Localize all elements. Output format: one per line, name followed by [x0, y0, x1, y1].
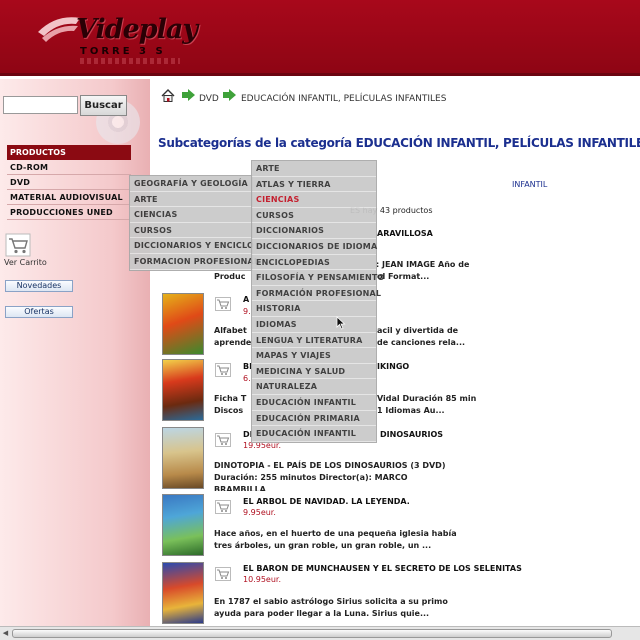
submenu-item[interactable]: LENGUA Y LITERATURA — [252, 333, 376, 349]
add-to-cart-icon[interactable] — [215, 363, 231, 377]
category-menu: PRODUCTOS CD-ROM DVD MATERIAL AUDIOVISUA… — [7, 145, 131, 220]
ofertas-button[interactable]: Ofertas — [5, 306, 73, 318]
submenu-item[interactable]: EDUCACIÓN INFANTIL — [252, 395, 376, 411]
scrollbar-thumb[interactable] — [12, 629, 612, 638]
breadcrumb-dvd[interactable]: DVD — [199, 94, 219, 104]
submenu-item[interactable]: CURSOS — [252, 208, 376, 224]
product-title[interactable]: EL BARON DE MUNCHAUSEN Y EL SECRETO DE L… — [243, 564, 522, 573]
menu-item-diccionarios[interactable]: DICCIONARIOS Y ENCICLO — [130, 238, 254, 254]
product-description: Vidal Duración 85 min — [377, 394, 477, 403]
submenu-item[interactable]: MAPAS Y VIAJES — [252, 348, 376, 364]
category-item-cdrom[interactable]: CD-ROM — [7, 160, 131, 175]
product-description: Produc — [214, 272, 246, 281]
product-title[interactable]: A — [243, 295, 249, 304]
product-description: DINOTOPIA - EL PAÍS DE LOS DINOSAURIOS (… — [214, 461, 446, 470]
category-item-material-audiovisual[interactable]: MATERIAL AUDIOVISUAL — [7, 190, 131, 205]
add-to-cart-icon[interactable] — [215, 297, 231, 311]
novedades-button[interactable]: Novedades — [5, 280, 73, 292]
product-description: aprende — [214, 338, 252, 347]
menu-item-formacion[interactable]: FORMACION PROFESIONAL — [130, 254, 259, 270]
view-cart-link[interactable]: Ver Carrito — [4, 258, 47, 267]
product-description: : JEAN IMAGE Año de — [376, 260, 470, 269]
dvd-submenu: GEOGRAFÍA Y GEOLOGÍA ARTE CIENCIAS CURSO… — [129, 175, 259, 271]
page: Videplay TORRE 3 S Buscar PRODUCTOS CD-R… — [0, 0, 640, 640]
submenu-item[interactable]: ARTE — [252, 161, 376, 177]
menu-item-arte[interactable]: ARTE — [130, 192, 252, 208]
subcategory-link-infantil[interactable]: INFANTIL — [512, 180, 547, 189]
product-title[interactable]: ARAVILLOSA — [377, 229, 433, 238]
site-logo[interactable]: Videplay — [76, 14, 198, 45]
product-description: 1 Idiomas Au... — [377, 406, 445, 415]
add-to-cart-icon[interactable] — [215, 567, 231, 581]
scroll-left-icon[interactable]: ◀ — [1, 629, 10, 638]
submenu-item[interactable]: FILOSOFÍA Y PENSAMIENTO — [252, 270, 384, 286]
product-price: 9.95eur. — [243, 508, 276, 517]
logo-decoration — [80, 58, 180, 64]
product-price: 6. — [243, 374, 251, 383]
submenu-item[interactable]: IDIOMAS — [252, 317, 376, 333]
submenu-item[interactable]: DICCIONARIOS — [252, 223, 376, 239]
category-heading[interactable]: PRODUCTOS — [7, 145, 131, 160]
category-item-producciones-uned[interactable]: PRODUCCIONES UNED — [7, 205, 131, 220]
product-description: de canciones rela... — [377, 338, 466, 347]
submenu-item[interactable]: EDUCACIÓN INFANTIL — [252, 426, 376, 442]
submenu-item[interactable]: CIENCIAS — [252, 192, 376, 208]
product-thumbnail[interactable] — [162, 293, 204, 355]
product-description: Duración: 255 minutos Director(a): MARCO — [214, 473, 408, 482]
breadcrumb-arrow-icon — [223, 89, 236, 101]
menu-item-ciencias[interactable]: CIENCIAS — [130, 207, 252, 223]
product-title[interactable]: DINOSAURIOS — [380, 430, 443, 439]
add-to-cart-icon[interactable] — [215, 433, 231, 447]
product-description: BRAMBILLA — [214, 485, 266, 491]
menu-item-cursos[interactable]: CURSOS — [130, 223, 252, 239]
submenu-item[interactable]: ENCICLOPEDIAS — [252, 255, 376, 271]
submenu-item[interactable]: EDUCACIÓN PRIMARIA — [252, 411, 376, 427]
product-description: Ficha T — [214, 394, 247, 403]
product-price: 10.95eur. — [243, 575, 281, 584]
product-description: tres árboles, un gran roble, un gran rob… — [214, 541, 432, 550]
product-title[interactable]: EL ARBOL DE NAVIDAD. LA LEYENDA. — [243, 497, 410, 506]
submenu-item[interactable]: NATURALEZA — [252, 379, 376, 395]
horizontal-scrollbar[interactable]: ◀ — [0, 626, 640, 640]
submenu-item[interactable]: DICCIONARIOS DE IDIOMA — [252, 239, 377, 255]
search-button[interactable]: Buscar — [80, 95, 127, 116]
product-thumbnail[interactable] — [162, 359, 204, 421]
mouse-cursor-icon — [336, 316, 346, 330]
category-submenu: ARTE ATLAS Y TIERRA CIENCIAS CURSOS DICCIONA… — [251, 160, 384, 443]
site-header: Videplay TORRE 3 S — [0, 0, 640, 76]
product-thumbnail[interactable] — [162, 427, 204, 489]
category-item-dvd[interactable]: DVD — [7, 175, 131, 190]
product-price: 9. — [243, 307, 251, 316]
product-thumbnail[interactable] — [162, 562, 204, 624]
product-description: acil y divertida de — [377, 326, 459, 335]
logo-subtitle: TORRE 3 S — [80, 46, 166, 57]
submenu-item[interactable]: MEDICINA Y SALUD — [252, 364, 376, 380]
menu-item-geografia[interactable]: GEOGRAFÍA Y GEOLOGÍA — [130, 176, 252, 192]
product-description: Discos — [214, 406, 244, 415]
shopping-cart-icon[interactable] — [5, 233, 31, 257]
product-description: En 1787 el sabio astrólogo Sirius solici… — [214, 597, 448, 606]
product-thumbnail[interactable] — [162, 494, 204, 556]
add-to-cart-icon[interactable] — [215, 500, 231, 514]
product-description: ayuda para poder llegar a la Luna. Siriu… — [214, 609, 430, 618]
breadcrumb-current[interactable]: EDUCACIÓN INFANTIL, PELÍCULAS INFANTILES — [241, 94, 446, 104]
submenu-item[interactable]: HISTORIA — [252, 301, 376, 317]
page-title: Subcategorías de la categoría EDUCACIÓN … — [158, 136, 640, 150]
product-title[interactable]: IKINGO — [377, 362, 409, 371]
submenu-item[interactable]: FORMACIÓN PROFESIONAL — [252, 286, 381, 302]
product-description: Hace años, en el huerto de una pequeña i… — [214, 529, 457, 538]
submenu-item[interactable]: ATLAS Y TIERRA — [252, 177, 376, 193]
search-input[interactable] — [3, 96, 78, 114]
home-icon[interactable] — [161, 89, 175, 102]
breadcrumb-arrow-icon — [182, 89, 195, 101]
product-description: Alfabet — [214, 326, 247, 335]
